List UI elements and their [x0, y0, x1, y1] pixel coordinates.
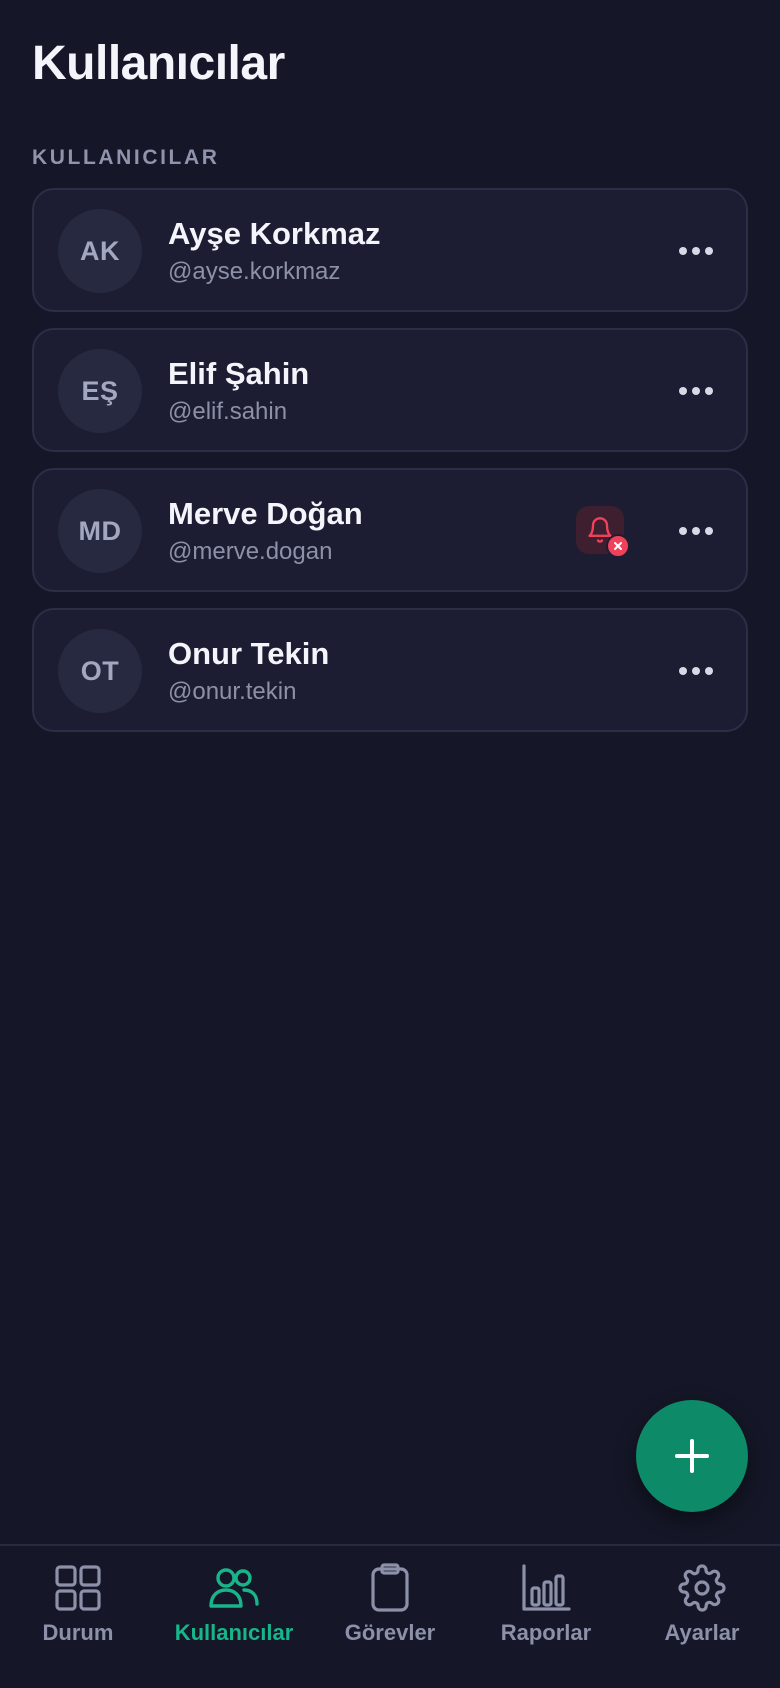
user-card[interactable]: EŞ Elif Şahin @elif.sahin	[32, 328, 748, 452]
user-handle: @onur.tekin	[168, 678, 297, 705]
avatar: EŞ	[58, 349, 142, 433]
add-user-button[interactable]	[636, 1400, 748, 1512]
gear-icon	[678, 1564, 726, 1612]
user-card[interactable]: MD Merve Doğan @merve.dogan	[32, 468, 748, 592]
user-handle: @ayse.korkmaz	[168, 258, 341, 285]
users-icon	[209, 1568, 259, 1608]
more-horizontal-icon	[679, 667, 713, 675]
avatar: AK	[58, 209, 142, 293]
tab-raporlar[interactable]: Raporlar	[468, 1562, 624, 1662]
more-options-button[interactable]	[676, 371, 716, 411]
more-horizontal-icon	[679, 527, 713, 535]
section-label: KULLANICILAR	[32, 146, 220, 169]
avatar: OT	[58, 629, 142, 713]
plus-icon	[675, 1439, 709, 1473]
user-name: Ayşe Korkmaz	[168, 216, 381, 251]
tab-label: Durum	[42, 1620, 114, 1645]
grid-icon	[55, 1565, 101, 1611]
user-card[interactable]: OT Onur Tekin @onur.tekin	[32, 608, 748, 732]
bottom-tab-bar: Durum Kullanıcılar Görevler Raporlar Aya…	[0, 1544, 780, 1688]
more-options-button[interactable]	[676, 511, 716, 551]
page-title: Kullanıcılar	[32, 37, 285, 90]
tab-label: Raporlar	[500, 1620, 592, 1645]
tab-label: Kullanıcılar	[174, 1620, 294, 1645]
users-screen: Kullanıcılar KULLANICILAR AK Ayşe Korkma…	[0, 0, 780, 1688]
user-handle: @merve.dogan	[168, 538, 333, 565]
user-name: Onur Tekin	[168, 636, 330, 671]
tab-label: Görevler	[344, 1620, 436, 1645]
more-options-button[interactable]	[676, 651, 716, 691]
bar-chart-icon	[522, 1564, 571, 1611]
close-icon	[606, 534, 630, 558]
tab-label: Ayarlar	[664, 1620, 740, 1645]
tab-kullanicilar[interactable]: Kullanıcılar	[156, 1562, 312, 1662]
tab-gorevler[interactable]: Görevler	[312, 1562, 468, 1662]
notifications-muted-badge[interactable]	[576, 506, 630, 558]
more-horizontal-icon	[679, 247, 713, 255]
more-options-button[interactable]	[676, 231, 716, 271]
tab-ayarlar[interactable]: Ayarlar	[624, 1562, 780, 1662]
user-card[interactable]: AK Ayşe Korkmaz @ayse.korkmaz	[32, 188, 748, 312]
user-handle: @elif.sahin	[168, 398, 288, 425]
user-name: Elif Şahin	[168, 356, 310, 391]
more-horizontal-icon	[679, 387, 713, 395]
user-name: Merve Doğan	[168, 496, 363, 531]
clipboard-icon	[371, 1563, 409, 1612]
tab-durum[interactable]: Durum	[0, 1562, 156, 1662]
user-list: AK Ayşe Korkmaz @ayse.korkmaz EŞ Elif Şa…	[32, 188, 748, 748]
avatar: MD	[58, 489, 142, 573]
